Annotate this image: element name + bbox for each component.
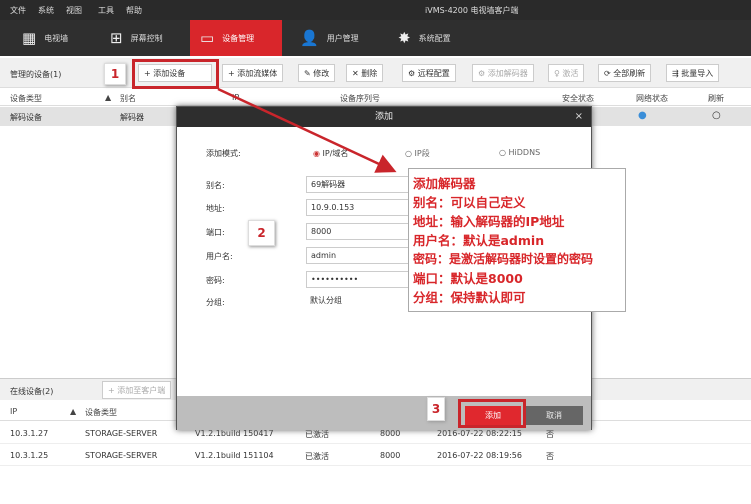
note-line: 密码：是激活解码器时设置的密码 <box>413 252 594 266</box>
annotation-arrow <box>217 87 397 173</box>
note-line: 端口：默认是8000 <box>413 271 523 286</box>
note-line: 别名：可以自己定义 <box>413 195 526 210</box>
note-line: 地址：输入解码器的IP地址 <box>413 214 565 229</box>
note-line: 用户名：默认是admin <box>413 233 545 248</box>
note-line: 添加解码器 <box>413 176 476 191</box>
annotation-note: 添加解码器 别名：可以自己定义 地址：输入解码器的IP地址 用户名：默认是adm… <box>408 168 626 312</box>
note-line: 分组：保持默认即可 <box>413 290 526 305</box>
